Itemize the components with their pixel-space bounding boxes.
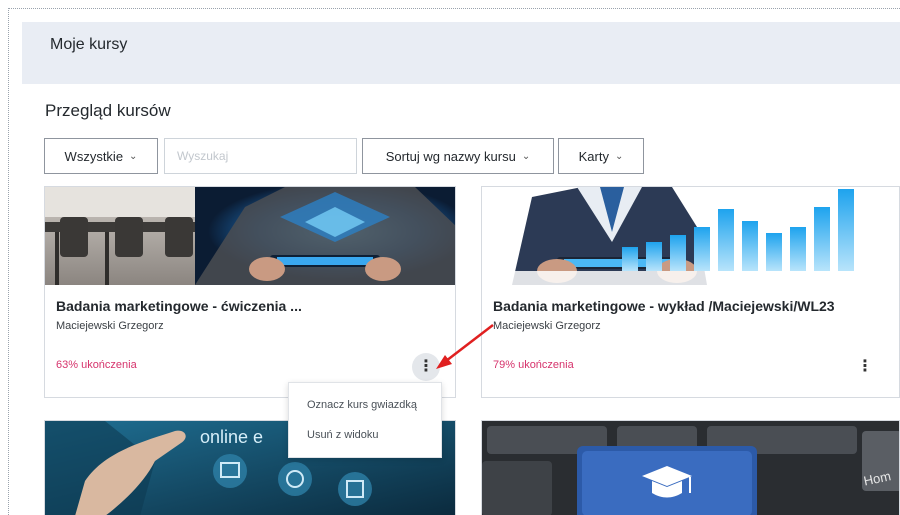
chevron-down-icon: ⌄ xyxy=(521,150,531,162)
course-thumbnail[interactable] xyxy=(482,187,899,285)
star-course-menu-item[interactable]: Oznacz kurs gwiazdką xyxy=(307,399,417,411)
course-card[interactable]: Hom xyxy=(481,420,900,515)
remove-from-view-menu-item[interactable]: Usuń z widoku xyxy=(307,429,379,441)
course-card[interactable]: Badania marketingowe - wykład /Maciejews… xyxy=(481,186,900,398)
course-title[interactable]: Badania marketingowe - ćwiczenia ... xyxy=(56,298,302,314)
filter-dropdown[interactable]: Wszystkie ⌄ xyxy=(44,138,158,174)
course-card[interactable]: Badania marketingowe - ćwiczenia ... Mac… xyxy=(44,186,456,398)
search-input[interactable] xyxy=(164,138,357,174)
course-action-menu: Oznacz kurs gwiazdką Usuń z widoku xyxy=(288,382,442,458)
chevron-down-icon: ⌄ xyxy=(129,150,138,162)
office-tablet-image xyxy=(45,187,455,285)
course-author: Maciejewski Grzegorz xyxy=(56,320,164,332)
course-progress: 79% ukończenia xyxy=(493,359,574,371)
course-author: Maciejewski Grzegorz xyxy=(493,320,601,332)
business-chart-image xyxy=(482,187,899,285)
chevron-down-icon: ⌄ xyxy=(614,150,624,162)
course-progress: 63% ukończenia xyxy=(56,359,137,371)
view-dropdown[interactable]: Karty ⌄ xyxy=(558,138,644,174)
sort-dropdown[interactable]: Sortuj wg nazwy kursu ⌄ xyxy=(362,138,554,174)
more-vertical-icon[interactable]: ⋮ xyxy=(851,353,879,381)
filter-dropdown-label: Wszystkie xyxy=(64,148,124,164)
page-title: Moje kursy xyxy=(50,36,128,53)
sort-dropdown-label: Sortuj wg nazwy kursu xyxy=(385,148,516,164)
course-thumbnail[interactable] xyxy=(45,187,455,285)
section-title: Przegląd kursów xyxy=(45,101,171,120)
keyboard-graduation-image: Hom xyxy=(482,421,899,515)
frame-border-left xyxy=(8,8,9,515)
view-dropdown-label: Karty xyxy=(578,148,609,164)
page-header: Moje kursy xyxy=(22,22,900,84)
course-title[interactable]: Badania marketingowe - wykład /Maciejews… xyxy=(493,298,835,314)
more-vertical-icon[interactable]: ⋮ xyxy=(412,353,440,381)
frame-border-top xyxy=(8,8,900,9)
course-thumbnail[interactable]: Hom xyxy=(482,421,899,515)
thumbnail-text: online e xyxy=(200,427,263,447)
